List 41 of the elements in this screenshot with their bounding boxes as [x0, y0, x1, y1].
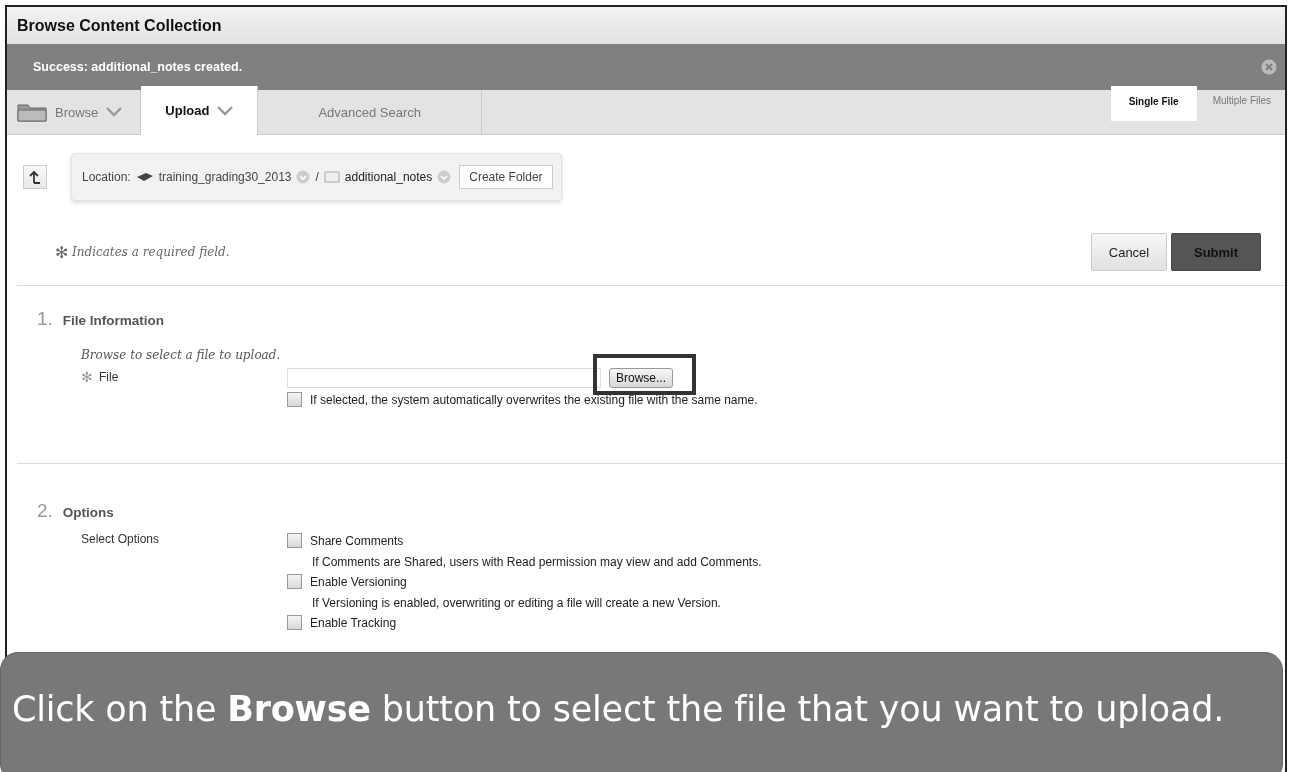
- checkbox[interactable]: [287, 392, 302, 407]
- checkbox-label: Share Comments: [310, 533, 404, 548]
- course-icon: [135, 172, 154, 182]
- path-separator: /: [315, 170, 319, 184]
- section-title: File Information: [62, 313, 165, 328]
- option-description: If Comments are Shared, users with Read permission may view and add Comments.: [312, 555, 762, 569]
- field-label: File: [99, 370, 119, 384]
- field-label: Select Options: [81, 532, 160, 546]
- menu-icon[interactable]: [437, 170, 452, 184]
- instructions: Browse to select a file to upload.: [81, 348, 282, 362]
- up-arrow-icon: [29, 170, 41, 184]
- checkbox-label: If selected, the system automatically overwrites the existing file with the same name.: [310, 392, 758, 407]
- success-message: Success: additional_notes created.: [33, 60, 243, 74]
- required-mark: ✻: [55, 242, 68, 262]
- cancel-button[interactable]: Cancel: [1091, 233, 1167, 271]
- mode-tab[interactable]: Multiple Files: [1202, 86, 1281, 119]
- breadcrumb-link[interactable]: additional_notes: [344, 170, 433, 184]
- up-folder-button[interactable]: [23, 165, 47, 189]
- breadcrumb-link[interactable]: training_grading30_2013: [158, 170, 292, 184]
- create-folder-button[interactable]: Create Folder: [459, 165, 553, 189]
- window-title: Browse Content Collection: [7, 7, 1285, 44]
- tab[interactable]: Advanced Search: [258, 90, 483, 134]
- section-number: 2.: [37, 500, 53, 522]
- required-note: Indicates a required field.: [72, 245, 230, 259]
- required-mark: ✻: [81, 370, 93, 384]
- section-title: Options: [62, 505, 114, 520]
- menu-icon[interactable]: [296, 170, 311, 184]
- folder-icon: [17, 102, 47, 122]
- tab[interactable]: Browse: [7, 90, 142, 134]
- checkbox-label: Enable Versioning: [310, 574, 407, 589]
- caption-text: Click on the Browse button to select the file that you want to upload.: [12, 689, 1225, 729]
- folder-icon: [323, 171, 340, 183]
- browse-button[interactable]: Browse...: [609, 368, 673, 388]
- section-number: 1.: [37, 308, 53, 330]
- mode-tab[interactable]: Single File: [1110, 86, 1197, 121]
- location-label: Location:: [82, 170, 131, 184]
- file-input[interactable]: [287, 368, 601, 388]
- close-icon[interactable]: [1261, 59, 1277, 75]
- option-description: If Versioning is enabled, overwriting or editing a file will create a new Version.: [312, 596, 722, 610]
- checkbox-label: Enable Tracking: [310, 615, 397, 630]
- tab[interactable]: Upload: [141, 86, 259, 135]
